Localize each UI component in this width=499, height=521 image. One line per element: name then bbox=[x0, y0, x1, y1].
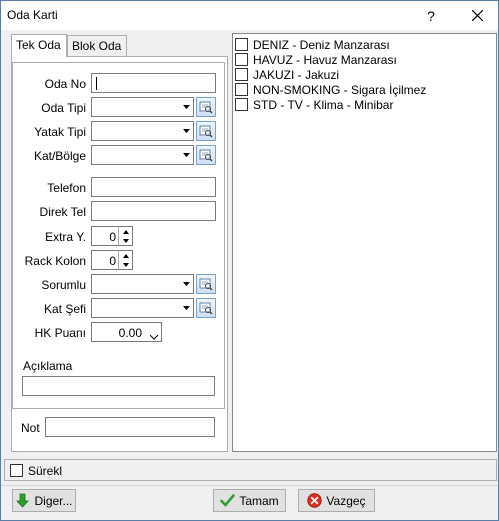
oda-tipi-select[interactable] bbox=[91, 97, 194, 117]
sorumlu-select[interactable] bbox=[91, 274, 194, 294]
chevron-down-icon[interactable] bbox=[149, 329, 159, 343]
feature-item[interactable]: HAVUZ - Havuz Manzarası bbox=[235, 52, 397, 67]
chevron-down-icon[interactable] bbox=[179, 122, 193, 140]
kat-sefi-lookup-button[interactable] bbox=[196, 298, 216, 318]
hk-puani-select[interactable]: 0.00 bbox=[91, 322, 162, 342]
extra-y-label: Extra Y. bbox=[45, 230, 86, 244]
tab-tek-oda-label: Tek Oda bbox=[16, 38, 61, 52]
feature-item[interactable]: JAKUZI - Jakuzi bbox=[235, 67, 339, 82]
extra-y-value: 0 bbox=[109, 230, 116, 244]
feature-item[interactable]: DENIZ - Deniz Manzarası bbox=[235, 37, 390, 52]
cancel-icon bbox=[307, 493, 323, 508]
feature-label: STD - TV - Klima - Minibar bbox=[253, 97, 394, 112]
checkmark-icon bbox=[220, 494, 236, 507]
feature-item[interactable]: STD - TV - Klima - Minibar bbox=[235, 97, 393, 112]
diger-label: Diger... bbox=[34, 493, 73, 508]
rack-kolon-spin-buttons[interactable] bbox=[118, 251, 132, 269]
chevron-down-icon[interactable] bbox=[179, 146, 193, 164]
diger-button[interactable]: Diger... bbox=[12, 489, 76, 512]
chevron-down-icon[interactable] bbox=[179, 275, 193, 293]
hk-puani-value: 0.00 bbox=[118, 326, 142, 340]
feature-label: DENIZ - Deniz Manzarası bbox=[253, 37, 390, 52]
tab-blok-oda[interactable]: Blok Oda bbox=[67, 35, 127, 57]
spin-up-icon[interactable] bbox=[119, 251, 132, 260]
surekli-checkbox[interactable] bbox=[10, 464, 23, 477]
kat-sefi-select[interactable] bbox=[91, 298, 194, 318]
surekli-strip: Sürekl bbox=[4, 459, 497, 481]
chevron-down-icon[interactable] bbox=[179, 98, 193, 116]
lookup-icon bbox=[199, 101, 213, 114]
rack-kolon-label: Rack Kolon bbox=[24, 254, 86, 268]
spin-down-icon[interactable] bbox=[119, 260, 132, 269]
extra-y-spin-buttons[interactable] bbox=[118, 227, 132, 245]
feature-label: NON-SMOKING - Sigara İçilmez bbox=[253, 82, 427, 97]
not-input[interactable] bbox=[45, 417, 215, 437]
room-features-list: DENIZ - Deniz Manzarası HAVUZ - Havuz Ma… bbox=[232, 33, 497, 452]
kat-sefi-label: Kat Şefi bbox=[43, 302, 86, 316]
spin-down-icon[interactable] bbox=[119, 236, 132, 245]
tab-tek-oda[interactable]: Tek Oda bbox=[11, 34, 67, 57]
aciklama-label: Açıklama bbox=[23, 359, 73, 373]
feature-checkbox[interactable] bbox=[235, 53, 248, 66]
help-label: ? bbox=[427, 7, 435, 24]
tab-blok-oda-label: Blok Oda bbox=[72, 39, 122, 53]
spin-up-icon[interactable] bbox=[119, 227, 132, 236]
close-button[interactable] bbox=[457, 1, 497, 30]
lookup-icon bbox=[199, 278, 213, 291]
help-button[interactable]: ? bbox=[413, 1, 449, 30]
feature-checkbox[interactable] bbox=[235, 68, 248, 81]
feature-checkbox[interactable] bbox=[235, 83, 248, 96]
direk-tel-input[interactable] bbox=[91, 201, 216, 221]
oda-tipi-lookup-button[interactable] bbox=[196, 97, 216, 117]
kat-bolge-lookup-button[interactable] bbox=[196, 145, 216, 165]
feature-label: HAVUZ - Havuz Manzarası bbox=[253, 52, 397, 67]
tamam-label: Tamam bbox=[239, 493, 279, 508]
aciklama-input[interactable] bbox=[22, 376, 215, 396]
yatak-tipi-lookup-button[interactable] bbox=[196, 121, 216, 141]
sorumlu-label: Sorumlu bbox=[41, 278, 86, 292]
feature-item[interactable]: NON-SMOKING - Sigara İçilmez bbox=[235, 82, 426, 97]
not-label: Not bbox=[21, 421, 40, 435]
sorumlu-lookup-button[interactable] bbox=[196, 274, 216, 294]
oda-no-input[interactable] bbox=[91, 73, 216, 93]
window-title: Oda Karti bbox=[7, 8, 58, 22]
direk-tel-label: Direk Tel bbox=[39, 205, 86, 219]
lookup-icon bbox=[199, 302, 213, 315]
chevron-down-icon[interactable] bbox=[179, 299, 193, 317]
oda-tipi-label: Oda Tipi bbox=[41, 101, 86, 115]
oda-karti-window: Oda Karti ? Tek Oda Blok Oda Oda No Oda … bbox=[0, 0, 499, 521]
close-icon bbox=[471, 10, 483, 21]
hk-puani-label: HK Puanı bbox=[34, 326, 86, 340]
feature-label: JAKUZI - Jakuzi bbox=[253, 67, 340, 82]
telefon-label: Telefon bbox=[47, 181, 86, 195]
surekli-label: Sürekl bbox=[28, 463, 63, 478]
title-bar: Oda Karti ? bbox=[1, 1, 498, 30]
extra-y-stepper[interactable]: 0 bbox=[91, 226, 133, 246]
arrow-down-icon bbox=[16, 493, 30, 508]
kat-bolge-select[interactable] bbox=[91, 145, 194, 165]
yatak-tipi-select[interactable] bbox=[91, 121, 194, 141]
surekli-checkbox-row[interactable]: Sürekl bbox=[10, 463, 62, 478]
yatak-tipi-label: Yatak Tipi bbox=[34, 125, 86, 139]
rack-kolon-value: 0 bbox=[109, 254, 116, 268]
vazgec-button[interactable]: Vazgeç bbox=[298, 489, 375, 512]
kat-bolge-label: Kat/Bölge bbox=[33, 149, 86, 163]
lookup-icon bbox=[199, 125, 213, 138]
feature-checkbox[interactable] bbox=[235, 98, 248, 111]
telefon-input[interactable] bbox=[91, 177, 216, 197]
tamam-button[interactable]: Tamam bbox=[213, 489, 286, 512]
text-caret bbox=[96, 77, 97, 90]
feature-checkbox[interactable] bbox=[235, 38, 248, 51]
divider bbox=[1, 485, 498, 486]
lookup-icon bbox=[199, 149, 213, 162]
rack-kolon-stepper[interactable]: 0 bbox=[91, 250, 133, 270]
vazgec-label: Vazgeç bbox=[326, 493, 366, 508]
oda-no-label: Oda No bbox=[44, 77, 86, 91]
